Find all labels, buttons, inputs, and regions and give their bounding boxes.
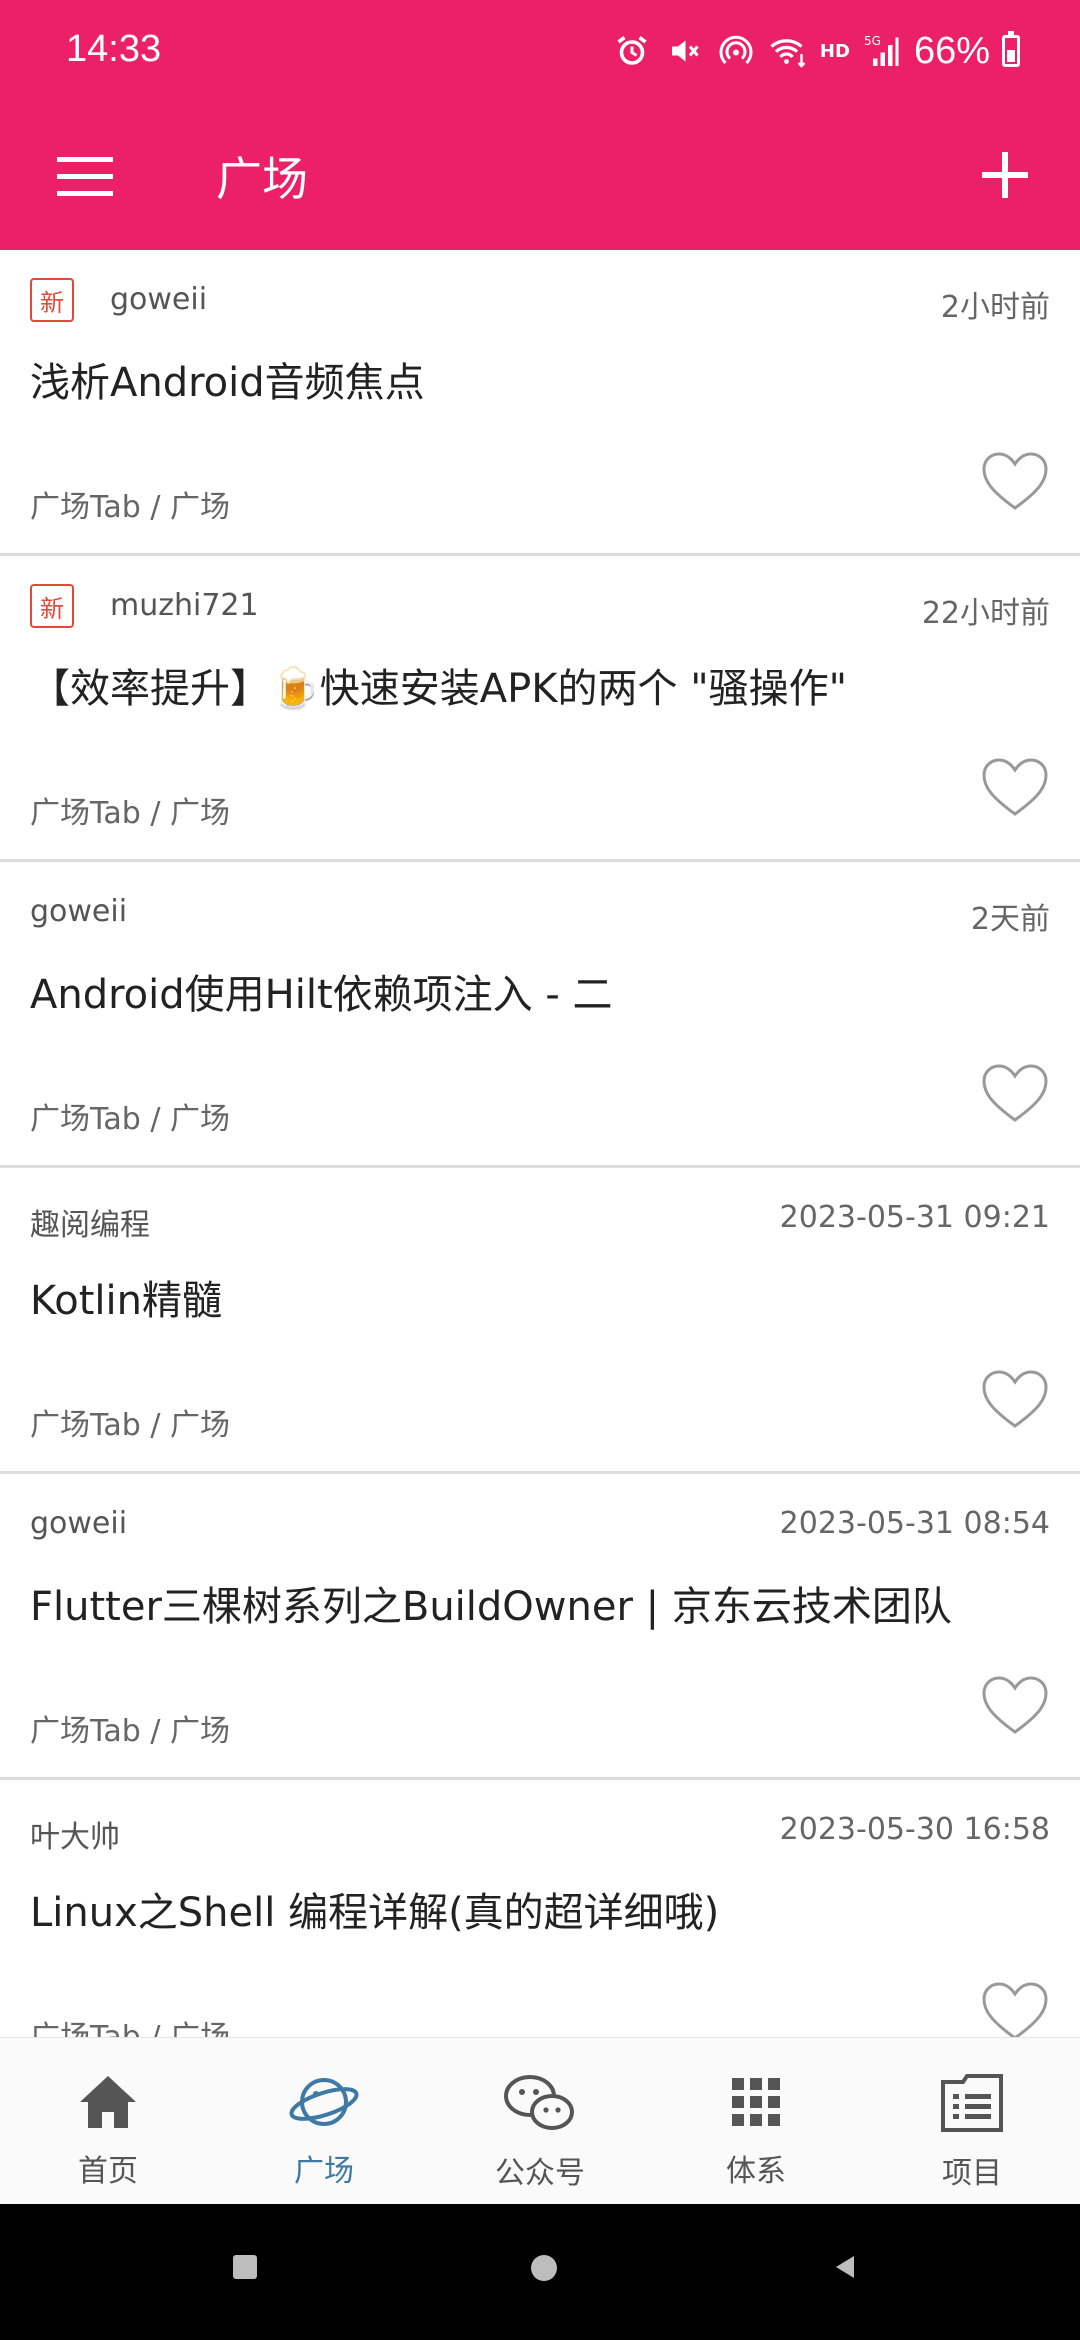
article-time: 2023-05-30 16:58 (779, 1812, 1050, 1847)
article-card[interactable]: goweii 2023-05-31 08:54 Flutter三棵树系列之Bui… (0, 1474, 1080, 1780)
article-category[interactable]: 广场Tab / 广场 (30, 2012, 230, 2037)
article-card[interactable]: 趣阅编程 2023-05-31 09:21 Kotlin精髓 广场Tab / 广… (0, 1168, 1080, 1474)
heart-icon (982, 452, 1048, 510)
new-badge: 新 (30, 278, 74, 322)
article-category[interactable]: 广场Tab / 广场 (30, 788, 230, 832)
heart-icon (982, 1064, 1048, 1122)
like-button[interactable] (980, 450, 1050, 514)
heart-icon (982, 1676, 1048, 1734)
nav-project-label: 项目 (942, 2156, 1002, 2191)
article-author[interactable]: muzhi721 (110, 588, 259, 623)
article-time: 2023-05-31 08:54 (779, 1506, 1050, 1541)
menu-button[interactable] (55, 147, 115, 207)
article-author[interactable]: goweii (30, 894, 127, 929)
nav-system-label: 体系 (726, 2154, 786, 2189)
add-button[interactable] (970, 140, 1040, 210)
article-title[interactable]: Kotlin精髓 (30, 1268, 222, 1326)
status-icons: HD 5G 66% (612, 26, 1020, 76)
nav-wechat[interactable]: 公众号 (432, 2038, 648, 2205)
mute-icon (664, 31, 704, 71)
article-title[interactable]: 浅析Android音频焦点 (30, 350, 425, 408)
like-button[interactable] (980, 1980, 1050, 2037)
article-feed[interactable]: 新 goweii 2小时前 浅析Android音频焦点 广场Tab / 广场 新… (0, 250, 1080, 2037)
hd-label: HD (819, 40, 850, 62)
article-category[interactable]: 广场Tab / 广场 (30, 1706, 230, 1750)
svg-text:5G: 5G (864, 34, 881, 48)
recents-button[interactable] (230, 2252, 260, 2286)
article-author[interactable]: goweii (30, 1506, 127, 1541)
planet-icon (289, 2078, 359, 2126)
article-title[interactable]: 【效率提升】🍺快速安装APK的两个 "骚操作" (30, 656, 847, 714)
article-category[interactable]: 广场Tab / 广场 (30, 1094, 230, 1138)
article-author[interactable]: 趣阅编程 (30, 1200, 150, 1244)
system-nav-bar (0, 2204, 1080, 2340)
article-card[interactable]: 叶大帅 2023-05-30 16:58 Linux之Shell 编程详解(真的… (0, 1780, 1080, 2037)
article-time: 2023-05-31 09:21 (779, 1200, 1050, 1235)
article-card[interactable]: 新 goweii 2小时前 浅析Android音频焦点 广场Tab / 广场 (0, 250, 1080, 556)
signal-icon: 5G (862, 31, 902, 71)
list-icon (941, 2074, 1003, 2132)
back-button[interactable] (830, 2252, 860, 2286)
like-button[interactable] (980, 756, 1050, 820)
article-time: 22小时前 (921, 596, 1050, 631)
article-author[interactable]: 叶大帅 (30, 1812, 120, 1856)
status-bar: 14:33 HD 5G 66% (0, 0, 1080, 105)
wechat-icon (504, 2075, 574, 2130)
article-title[interactable]: Linux之Shell 编程详解(真的超详细哦) (30, 1880, 719, 1938)
article-title[interactable]: Android使用Hilt依赖项注入 - 二 (30, 962, 613, 1020)
like-button[interactable] (980, 1368, 1050, 1432)
article-title[interactable]: Flutter三棵树系列之BuildOwner | 京东云技术团队 (30, 1574, 952, 1632)
page-title: 广场 (216, 152, 308, 206)
home-button[interactable] (528, 2252, 560, 2288)
wifi-icon (768, 31, 808, 71)
nav-square[interactable]: 广场 (216, 2038, 432, 2205)
plus-icon (982, 152, 1028, 198)
article-card[interactable]: 新 muzhi721 22小时前 【效率提升】🍺快速安装APK的两个 "骚操作"… (0, 556, 1080, 862)
new-badge: 新 (30, 584, 74, 628)
article-time: 2小时前 (940, 290, 1050, 325)
home-icon (80, 2076, 136, 2128)
nav-home[interactable]: 首页 (0, 2038, 216, 2205)
nav-project[interactable]: 项目 (864, 2038, 1080, 2205)
nav-square-label: 广场 (294, 2154, 354, 2189)
heart-icon (982, 1982, 1048, 2037)
article-time: 2天前 (970, 902, 1050, 937)
battery-level: 66% (913, 29, 990, 72)
heart-icon (982, 758, 1048, 816)
battery-icon (1002, 31, 1020, 67)
menu-icon (57, 157, 113, 196)
article-card[interactable]: goweii 2天前 Android使用Hilt依赖项注入 - 二 广场Tab … (0, 862, 1080, 1168)
back-icon (836, 2256, 854, 2278)
article-category[interactable]: 广场Tab / 广场 (30, 1400, 230, 1444)
nav-wechat-label: 公众号 (495, 2156, 585, 2191)
like-button[interactable] (980, 1674, 1050, 1738)
app-toolbar: 广场 (0, 105, 1080, 250)
home-circle-icon (531, 2255, 557, 2281)
nav-home-label: 首页 (78, 2154, 138, 2189)
nav-system[interactable]: 体系 (648, 2038, 864, 2205)
status-time: 14:33 (66, 28, 162, 70)
recents-icon (233, 2255, 257, 2279)
article-author[interactable]: goweii (110, 282, 207, 317)
article-category[interactable]: 广场Tab / 广场 (30, 482, 230, 526)
alarm-icon (612, 31, 652, 71)
grid-icon (732, 2078, 780, 2126)
hotspot-icon (716, 31, 756, 71)
heart-icon (982, 1370, 1048, 1428)
bottom-navigation: 首页 广场 公众号 体系 项目 (0, 2037, 1080, 2205)
like-button[interactable] (980, 1062, 1050, 1126)
